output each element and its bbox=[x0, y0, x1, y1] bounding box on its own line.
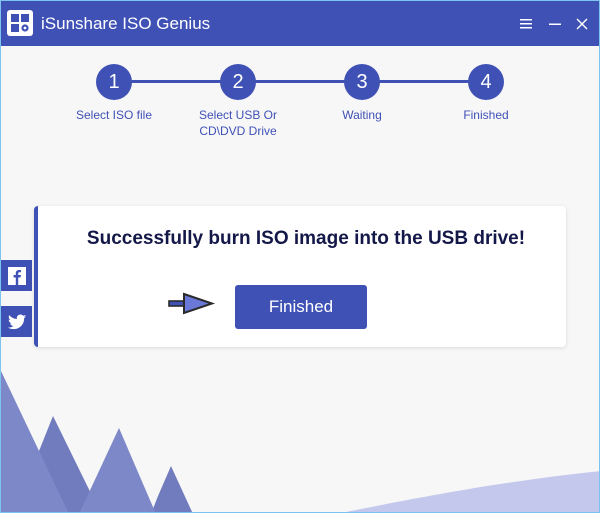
menu-button[interactable] bbox=[515, 13, 537, 35]
step-number: 4 bbox=[468, 64, 504, 100]
progress-steps: 1 Select ISO file 2 Select USB Or CD\DVD… bbox=[1, 64, 599, 144]
step-number: 2 bbox=[220, 64, 256, 100]
app-window: iSunshare ISO Genius 1 Select ISO file 2… bbox=[0, 0, 600, 513]
arrow-right-icon bbox=[168, 292, 216, 315]
close-icon bbox=[576, 18, 588, 30]
step-number: 3 bbox=[344, 64, 380, 100]
app-logo-icon bbox=[7, 10, 33, 36]
step-4: 4 Finished bbox=[416, 64, 556, 123]
step-1: 1 Select ISO file bbox=[44, 64, 184, 123]
app-title: iSunshare ISO Genius bbox=[41, 14, 211, 33]
twitter-icon bbox=[7, 314, 26, 329]
step-2: 2 Select USB Or CD\DVD Drive bbox=[168, 64, 308, 139]
step-label: Select ISO file bbox=[75, 108, 153, 122]
finished-button[interactable]: Finished bbox=[235, 285, 367, 329]
minimize-button[interactable] bbox=[544, 13, 566, 35]
result-card: Successfully burn ISO image into the USB… bbox=[34, 206, 566, 347]
hill-shape bbox=[346, 471, 599, 512]
step-number: 1 bbox=[96, 64, 132, 100]
facebook-icon bbox=[7, 266, 26, 285]
step-label: Select USB Or CD\DVD Drive bbox=[198, 108, 278, 138]
mountain-shape bbox=[151, 466, 193, 512]
step-label: Waiting bbox=[342, 108, 382, 122]
twitter-share-button[interactable] bbox=[1, 306, 32, 337]
step-label: Finished bbox=[463, 108, 509, 122]
facebook-share-button[interactable] bbox=[1, 260, 32, 291]
mountain-shape bbox=[79, 428, 156, 512]
mountain-scenery-decoration bbox=[1, 371, 599, 512]
minimize-icon bbox=[549, 23, 561, 25]
close-button[interactable] bbox=[571, 13, 593, 35]
success-message: Successfully burn ISO image into the USB… bbox=[86, 228, 526, 249]
title-bar: iSunshare ISO Genius bbox=[1, 1, 599, 46]
step-3: 3 Waiting bbox=[292, 64, 432, 123]
hamburger-icon bbox=[520, 19, 532, 29]
